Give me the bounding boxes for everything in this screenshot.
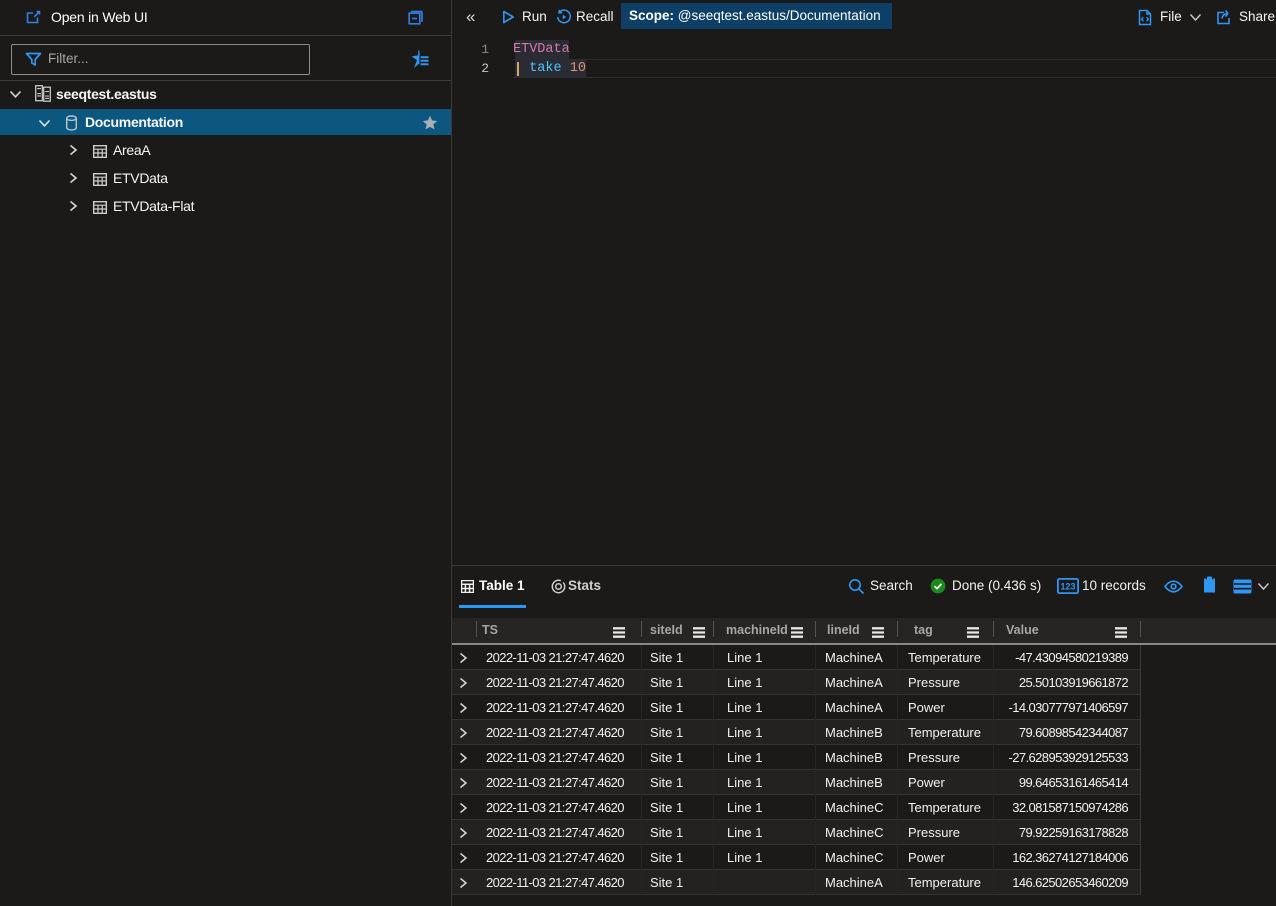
svg-text:123: 123	[1060, 582, 1075, 592]
